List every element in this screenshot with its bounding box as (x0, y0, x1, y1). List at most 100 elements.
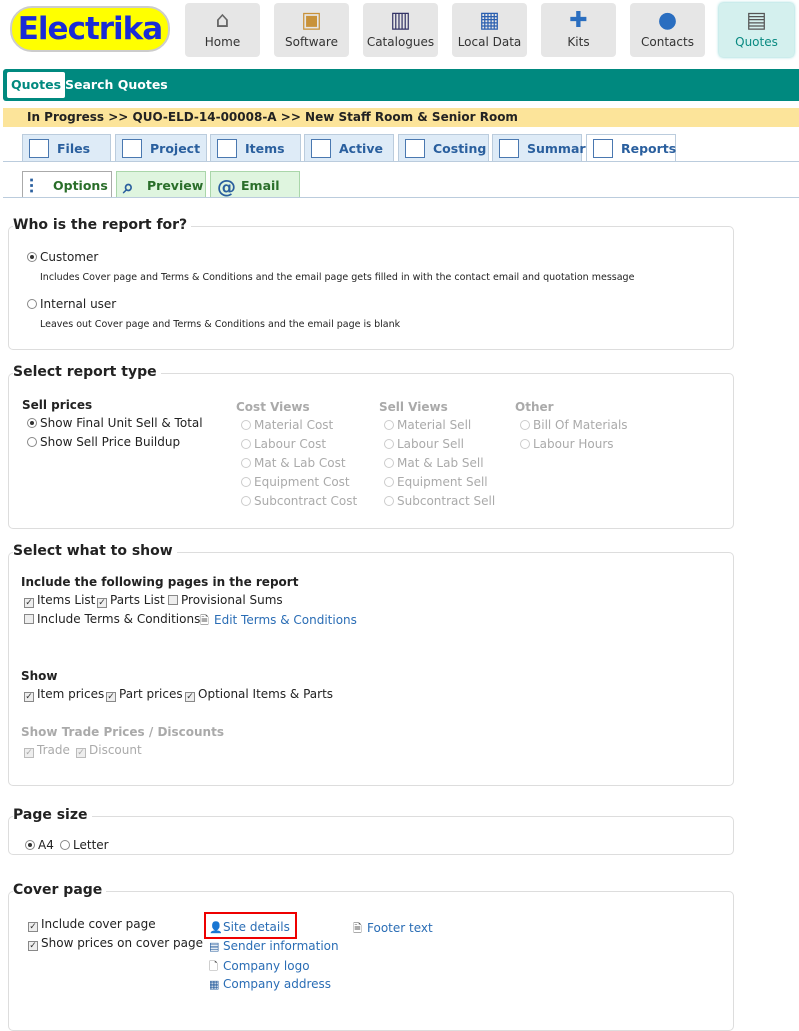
trade-checkbox[interactable]: ✓ Trade (24, 743, 70, 758)
subnav-search-quotes[interactable]: Search Quotes (61, 72, 172, 98)
radio[interactable] (241, 496, 251, 506)
option-label: Trade (37, 743, 70, 757)
sell-view-radio[interactable]: Mat & Lab Sell (384, 456, 484, 470)
items-list-checkbox[interactable]: ✓ Items List (24, 593, 95, 608)
checkbox[interactable]: ✓ (24, 748, 34, 758)
tab-summary[interactable]: Summary (492, 134, 594, 161)
cost-view-radio[interactable]: Equipment Cost (241, 475, 350, 489)
checkbox[interactable]: ✓ (106, 692, 116, 702)
checkbox[interactable] (168, 595, 178, 605)
provisional-sums-checkbox[interactable]: Provisional Sums (168, 593, 283, 607)
option-label: Equipment Sell (397, 475, 488, 489)
terms-checkbox[interactable]: Include Terms & Conditions (24, 612, 200, 626)
nav-contacts[interactable]: ● Contacts (630, 3, 705, 57)
cost-views-heading: Cost Views (236, 400, 310, 414)
radio[interactable] (27, 252, 37, 262)
tab-items[interactable]: Items (210, 134, 301, 161)
company-address-link[interactable]: ▦ Company address (209, 977, 331, 991)
sell-view-radio[interactable]: Equipment Sell (384, 475, 488, 489)
checkbox[interactable] (24, 614, 34, 624)
tab-costing[interactable]: Costing (398, 134, 489, 161)
page-size-title: Page size (13, 807, 92, 823)
checkbox[interactable]: ✓ (185, 692, 195, 702)
tab-label: Project (150, 141, 201, 156)
active-icon (311, 139, 331, 158)
radio[interactable] (384, 420, 394, 430)
checkbox[interactable]: ✓ (24, 598, 34, 608)
nav-software[interactable]: ▣ Software (274, 3, 349, 57)
subtab-label: Email (241, 178, 280, 193)
cost-view-radio[interactable]: Subcontract Cost (241, 494, 357, 508)
nav-label: Catalogues (366, 35, 435, 49)
radio[interactable] (241, 458, 251, 468)
nav-quotes[interactable]: ▤ Quotes (719, 3, 794, 57)
tab-active[interactable]: Active (304, 134, 394, 161)
user-check-icon: 👤 (209, 921, 223, 934)
sell-view-radio[interactable]: Subcontract Sell (384, 494, 495, 508)
subtab-options[interactable]: ⫶ Options (22, 171, 112, 198)
final-unit-sell-radio[interactable]: Show Final Unit Sell & Total (27, 416, 203, 430)
a4-radio[interactable]: A4 (25, 838, 54, 852)
cost-view-radio[interactable]: Mat & Lab Cost (241, 456, 346, 470)
checkbox[interactable]: ✓ (76, 748, 86, 758)
other-radio[interactable]: Labour Hours (520, 437, 614, 451)
customer-radio[interactable]: Customer (27, 250, 98, 264)
subtab-email[interactable]: @ Email (210, 171, 300, 198)
checkbox[interactable]: ✓ (28, 941, 38, 951)
tab-files[interactable]: Files (22, 134, 111, 161)
site-details-link[interactable]: 👤Site details (209, 920, 290, 934)
optional-items-checkbox[interactable]: ✓ Optional Items & Parts (185, 687, 333, 702)
radio[interactable] (241, 477, 251, 487)
company-logo-link[interactable]: 🗋 Company logo (209, 958, 310, 977)
nav-catalogues[interactable]: ▥ Catalogues (363, 3, 438, 57)
option-label: Discount (89, 743, 142, 757)
electrika-logo[interactable]: Electrika (10, 6, 170, 52)
radio[interactable] (25, 840, 35, 850)
show-prices-cover-checkbox[interactable]: ✓ Show prices on cover page (28, 936, 203, 951)
include-cover-checkbox[interactable]: ✓ Include cover page (28, 917, 156, 932)
sell-view-radio[interactable]: Material Sell (384, 418, 471, 432)
cost-view-radio[interactable]: Labour Cost (241, 437, 326, 451)
radio[interactable] (27, 299, 37, 309)
checkbox[interactable]: ✓ (28, 922, 38, 932)
subnav-quotes[interactable]: Quotes (7, 72, 66, 98)
nav-kits[interactable]: ✚ Kits (541, 3, 616, 57)
radio[interactable] (241, 439, 251, 449)
part-prices-checkbox[interactable]: ✓ Part prices (106, 687, 183, 702)
radio[interactable] (241, 420, 251, 430)
checkbox[interactable]: ✓ (24, 692, 34, 702)
tab-project[interactable]: Project (115, 134, 207, 161)
cost-view-radio[interactable]: Material Cost (241, 418, 333, 432)
discount-checkbox[interactable]: ✓ Discount (76, 743, 142, 758)
checkbox[interactable]: ✓ (97, 598, 107, 608)
radio[interactable] (27, 418, 37, 428)
sell-buildup-radio[interactable]: Show Sell Price Buildup (27, 435, 180, 449)
option-label: Items List (37, 593, 96, 607)
radio[interactable] (384, 439, 394, 449)
nav-label: Kits (567, 35, 590, 49)
radio[interactable] (384, 477, 394, 487)
radio[interactable] (384, 496, 394, 506)
parts-list-checkbox[interactable]: ✓ Parts List (97, 593, 165, 608)
radio[interactable] (384, 458, 394, 468)
tab-reports[interactable]: Reports (586, 134, 676, 162)
radio-label: Show Final Unit Sell & Total (40, 416, 203, 430)
nav-local-data[interactable]: ▦ Local Data (452, 3, 527, 57)
radio[interactable] (520, 439, 530, 449)
sell-view-radio[interactable]: Labour Sell (384, 437, 464, 451)
subtab-preview[interactable]: ⌕ Preview (116, 171, 206, 198)
letter-radio[interactable]: Letter (60, 838, 109, 852)
radio[interactable] (520, 420, 530, 430)
option-label: Optional Items & Parts (198, 687, 334, 701)
image-file-icon: 🗋 (209, 960, 218, 973)
nav-home[interactable]: ⌂ Home (185, 3, 260, 57)
radio[interactable] (60, 840, 70, 850)
who-section (8, 226, 734, 350)
item-prices-checkbox[interactable]: ✓ Item prices (24, 687, 104, 702)
footer-text-link[interactable]: 🗎 Footer text (353, 920, 433, 939)
internal-user-radio[interactable]: Internal user (27, 297, 116, 311)
sender-information-link[interactable]: ▤ Sender information (209, 939, 339, 953)
other-radio[interactable]: Bill Of Materials (520, 418, 628, 432)
edit-terms-link[interactable]: 🗎 Edit Terms & Conditions (200, 612, 357, 631)
radio[interactable] (27, 437, 37, 447)
